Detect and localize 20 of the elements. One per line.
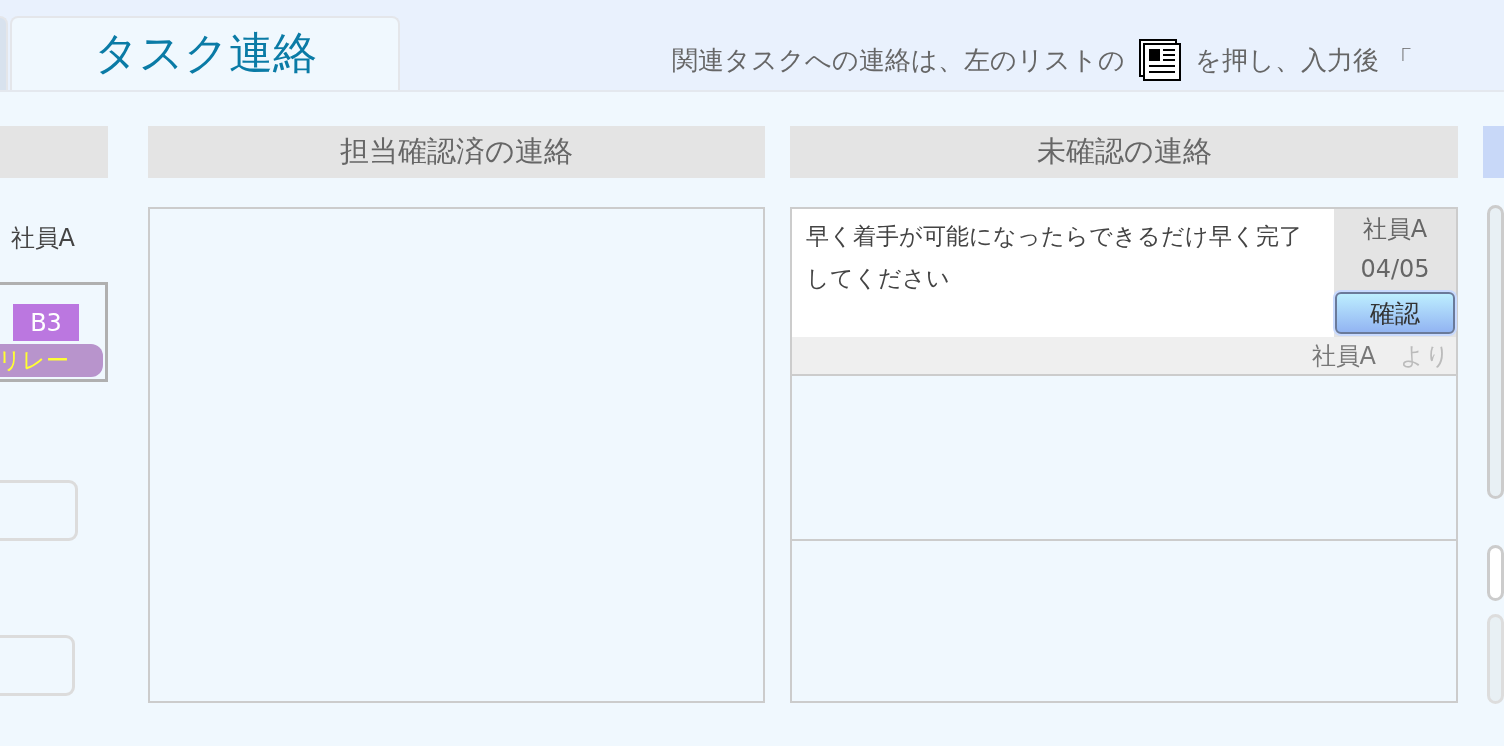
message-date: 04/05 [1360, 254, 1430, 285]
sender-name: 社員A [1311, 340, 1376, 372]
input-field[interactable] [0, 480, 78, 541]
column-header: 担当確認済の連絡 [148, 126, 765, 178]
task-card[interactable]: B3 リレー [0, 282, 108, 382]
column-header [1483, 126, 1504, 178]
message-author: 社員A [1362, 214, 1428, 245]
hint-text: 関連タスクへの連絡は、左のリストの [672, 43, 1125, 77]
tab[interactable]: タスク連絡 [10, 16, 400, 90]
hint-text: を押し、入力後 「 [1195, 43, 1414, 77]
task-badge: B3 [13, 304, 79, 341]
task-tag: リレー [0, 344, 103, 377]
assignee-name: 社員A [9, 223, 76, 254]
input-field[interactable] [1487, 545, 1504, 601]
column-header: 未確認の連絡 [790, 126, 1458, 178]
input-field[interactable] [0, 635, 75, 696]
message-text: 早く着手が可能になったらできるだけ早く完了してください [805, 222, 1303, 293]
input-field[interactable] [1487, 614, 1504, 704]
confirm-button[interactable]: 確認 [1335, 292, 1455, 334]
document-icon[interactable] [1139, 39, 1181, 81]
